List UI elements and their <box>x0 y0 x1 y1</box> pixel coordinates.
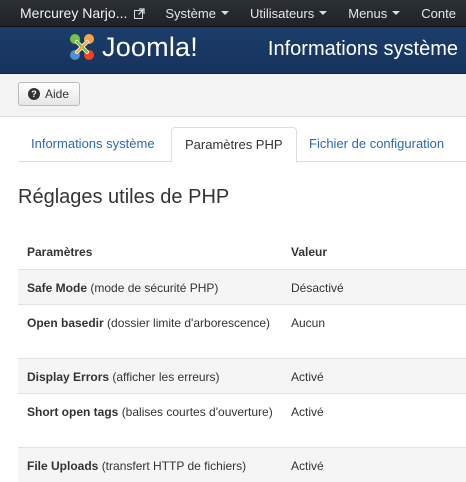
setting-description: (mode de sécurité PHP) <box>90 281 219 295</box>
admin-topbar: Mercurey Narjo... Système Utilisateurs M… <box>0 0 466 27</box>
joomla-logo[interactable]: Joomla! <box>66 31 198 63</box>
logo-text: Joomla! <box>102 31 198 62</box>
setting-name: Safe Mode <box>27 281 88 295</box>
menu-menus[interactable]: Menus <box>348 5 401 21</box>
page-title: Informations système <box>267 38 458 60</box>
site-name-label: Mercurey Narjo... <box>20 5 128 21</box>
caret-down-icon <box>392 11 401 15</box>
admin-menu: Système Utilisateurs Menus Conte <box>165 6 466 21</box>
table-row: File Uploads (transfert HTTP de fichiers… <box>18 447 466 482</box>
setting-value: Activé <box>291 459 324 473</box>
setting-name: Short open tags <box>27 405 119 419</box>
toolbar: ? Aide <box>0 74 466 117</box>
setting-cell: Short open tags (balises courtes d'ouver… <box>27 403 279 421</box>
table-row: Safe Mode (mode de sécurité PHP) Désacti… <box>18 269 466 304</box>
tab-system-information[interactable]: Informations système <box>18 127 168 160</box>
menu-system[interactable]: Système <box>165 6 229 21</box>
menu-content[interactable]: Conte <box>421 6 456 21</box>
tab-php-settings[interactable]: Paramètres PHP <box>171 127 297 163</box>
setting-value: Activé <box>291 370 324 384</box>
menu-users[interactable]: Utilisateurs <box>249 5 328 21</box>
menu-menus-label: Menus <box>348 5 388 21</box>
site-name-link[interactable]: Mercurey Narjo... <box>0 5 145 21</box>
table-row: Display Errors (afficher les erreurs) Ac… <box>18 358 466 393</box>
page-header: Joomla! Informations système <box>0 27 466 74</box>
column-header-setting: Paramètres <box>27 245 93 259</box>
external-link-icon <box>134 7 145 19</box>
column-header-value: Valeur <box>291 245 328 259</box>
setting-value: Désactivé <box>291 281 344 295</box>
help-button-label: Aide <box>45 87 70 101</box>
setting-description: (afficher les erreurs) <box>112 370 220 384</box>
setting-cell: Display Errors (afficher les erreurs) <box>27 368 279 386</box>
question-circle-icon: ? <box>28 88 40 100</box>
caret-down-icon <box>220 11 229 15</box>
menu-content-label: Conte <box>421 5 456 21</box>
help-button[interactable]: ? Aide <box>18 82 81 106</box>
table-header-row: Paramètres Valeur <box>18 233 466 269</box>
setting-name: Display Errors <box>27 370 110 384</box>
setting-name: Open basedir <box>27 316 104 330</box>
table-row: Open basedir (dossier limite d'arboresce… <box>18 304 466 358</box>
tab-bar: Informations système Paramètres PHP Fich… <box>18 127 466 163</box>
setting-cell: Open basedir (dossier limite d'arboresce… <box>27 314 279 332</box>
menu-system-label: Système <box>165 5 216 21</box>
setting-description: (balises courtes d'ouverture) <box>121 405 273 419</box>
caret-down-icon <box>319 11 328 15</box>
table-row: Short open tags (balises courtes d'ouver… <box>18 393 466 447</box>
section-title: Réglages utiles de PHP <box>18 186 230 208</box>
setting-description: (dossier limite d'arborescence) <box>107 316 271 330</box>
php-settings-table: Paramètres Valeur Safe Mode (mode de séc… <box>18 233 466 482</box>
tab-configuration-file[interactable]: Fichier de configuration <box>296 127 457 160</box>
setting-value: Activé <box>291 405 324 419</box>
setting-cell: Safe Mode (mode de sécurité PHP) <box>27 279 279 297</box>
menu-users-label: Utilisateurs <box>249 5 315 21</box>
setting-cell: File Uploads (transfert HTTP de fichiers… <box>27 457 279 475</box>
joomla-logo-icon <box>70 34 94 60</box>
setting-value: Aucun <box>291 316 326 330</box>
